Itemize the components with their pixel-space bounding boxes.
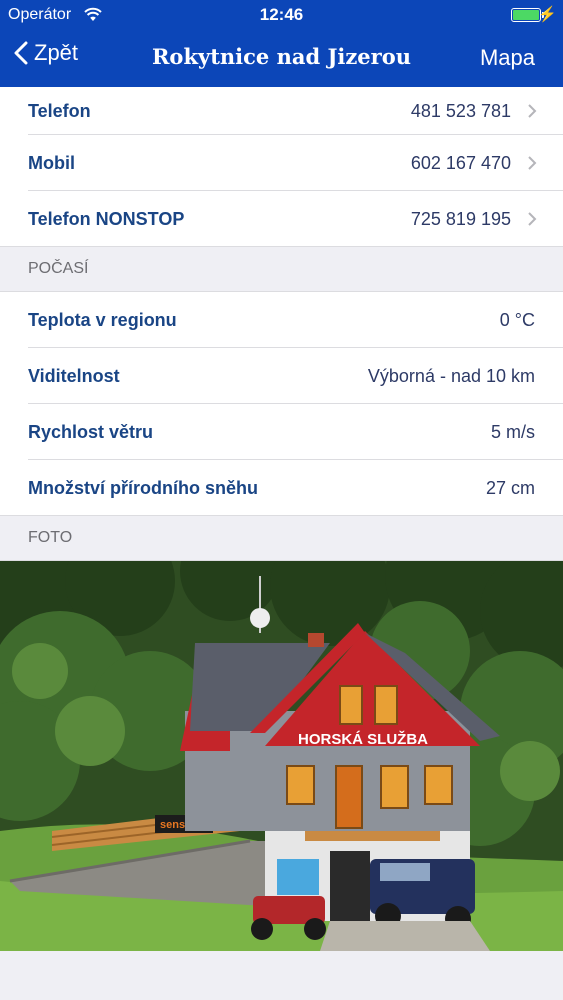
row-value: 27 cm [485,477,535,498]
mountain-rescue-station-photo[interactable]: sensor HORSKÁ SLUŽBA [0,561,563,951]
content: Telefon 481 523 781 Mobil 602 167 470 Te… [0,87,563,951]
row-label: Množství přírodního sněhu [28,477,258,498]
row-value: 5 m/s [490,421,535,442]
map-button[interactable]: Mapa [480,45,535,71]
row-value: 481 523 781 [410,100,511,121]
page-title: Rokytnice nad Jizerou [151,44,412,69]
contact-row-phone[interactable]: Telefon 481 523 781 [0,87,563,135]
contact-row-mobile[interactable]: Mobil 602 167 470 [0,135,563,191]
row-label: Telefon NONSTOP [28,208,185,229]
back-label: Zpět [34,40,79,65]
disclosure-chevron-icon [528,104,537,118]
status-bar: Operátor 12:46 ⚡ [0,0,563,30]
row-label: Telefon [28,100,91,121]
weather-row-snow: Množství přírodního sněhu 27 cm [0,460,563,516]
row-label: Teplota v regionu [28,309,177,330]
row-label: Rychlost větru [28,421,154,442]
weather-row-temperature: Teplota v regionu 0 °C [0,292,563,348]
clock: 12:46 [259,5,304,24]
disclosure-chevron-icon [528,212,537,226]
row-value: Výborná - nad 10 km [367,365,535,386]
contact-row-nonstop[interactable]: Telefon NONSTOP 725 819 195 [0,191,563,247]
weather-row-wind: Rychlost větru 5 m/s [0,404,563,460]
back-button[interactable]: Zpět [14,40,78,66]
row-value: 0 °C [499,309,535,330]
building-sign-text: HORSKÁ SLUŽBA [298,730,428,748]
navigation-bar: Zpět Rokytnice nad Jizerou Mapa [0,30,563,87]
back-chevron-icon [14,41,28,65]
row-label: Viditelnost [28,365,120,386]
row-value: 602 167 470 [410,152,511,173]
section-header-photo: FOTO [0,516,563,561]
row-label: Mobil [28,152,75,173]
section-header-weather: POČASÍ [0,247,563,292]
battery-icon [511,8,541,22]
disclosure-chevron-icon [528,156,537,170]
charging-icon: ⚡ [538,6,557,23]
weather-row-visibility: Viditelnost Výborná - nad 10 km [0,348,563,404]
row-value: 725 819 195 [410,208,511,229]
